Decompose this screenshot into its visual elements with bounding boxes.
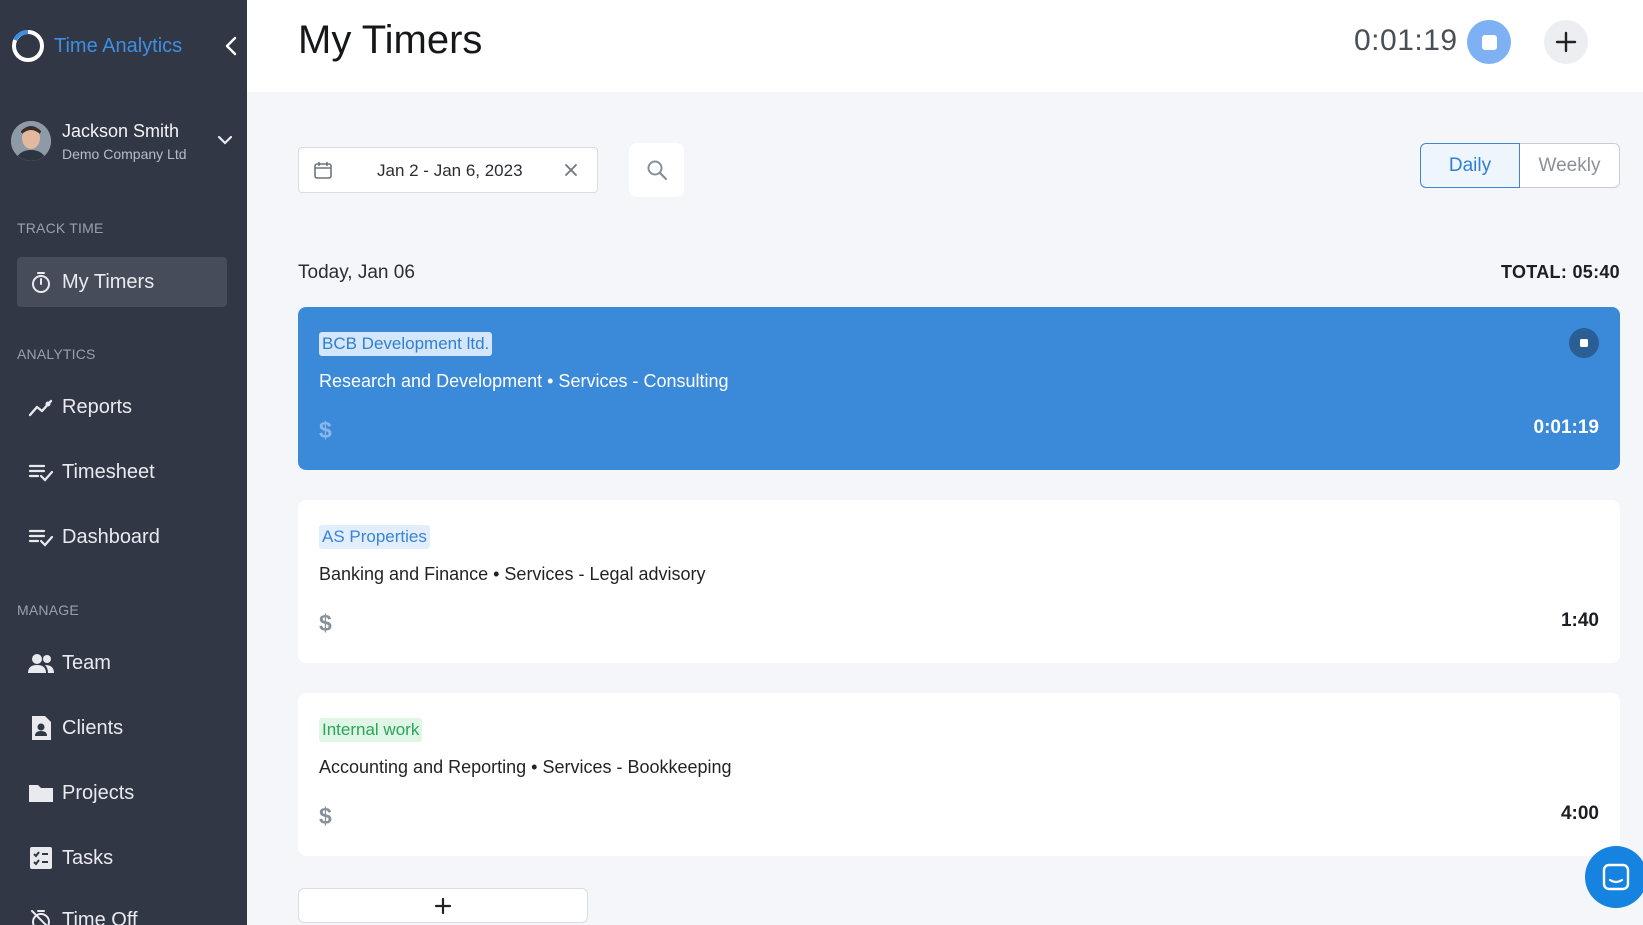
search-button[interactable] bbox=[629, 143, 684, 197]
stop-entry-button[interactable] bbox=[1569, 328, 1599, 358]
plus-icon bbox=[434, 897, 452, 914]
date-range-picker[interactable]: Jan 2 - Jan 6, 2023 bbox=[298, 147, 598, 193]
section-analytics: ANALYTICS bbox=[17, 346, 96, 362]
view-toggle: Daily Weekly bbox=[1420, 143, 1620, 188]
add-entry-button[interactable] bbox=[298, 888, 588, 923]
chevron-down-icon[interactable] bbox=[215, 130, 235, 150]
sidebar-item-label: Dashboard bbox=[62, 525, 160, 548]
user-name: Jackson Smith bbox=[62, 120, 180, 141]
sidebar-item-label: Reports bbox=[62, 395, 133, 418]
sidebar-item-projects[interactable]: Projects bbox=[17, 768, 227, 818]
sidebar-item-reports[interactable]: Reports bbox=[17, 382, 227, 432]
sidebar-item-dashboard[interactable]: Dashboard bbox=[17, 512, 227, 562]
add-timer-button[interactable] bbox=[1544, 20, 1588, 64]
stop-icon bbox=[1580, 339, 1588, 347]
search-icon bbox=[647, 160, 667, 181]
running-timer: 0:01:19 bbox=[1354, 24, 1458, 57]
top-header: My Timers 0:01:19 bbox=[247, 0, 1643, 92]
chat-support-button[interactable] bbox=[1585, 846, 1643, 908]
tab-weekly[interactable]: Weekly bbox=[1520, 143, 1620, 188]
user-company: Demo Company Ltd bbox=[62, 145, 187, 162]
sidebar-item-team[interactable]: Team bbox=[17, 638, 227, 688]
timer-entry-running[interactable]: BCB Development ltd. Research and Develo… bbox=[298, 307, 1620, 470]
sidebar-item-label: Team bbox=[62, 651, 111, 674]
entry-description: Accounting and Reporting • Services - Bo… bbox=[319, 757, 732, 777]
brand-name: Time Analytics bbox=[54, 34, 183, 57]
calendar-icon bbox=[314, 162, 332, 179]
section-manage: MANAGE bbox=[17, 602, 79, 618]
day-label: Today, Jan 06 bbox=[298, 262, 415, 283]
sidebar-item-label: Tasks bbox=[62, 846, 114, 869]
stopwatch-icon bbox=[26, 267, 56, 297]
sidebar: Time Analytics Jackson Smith Demo Compan… bbox=[0, 0, 247, 925]
tab-daily[interactable]: Daily bbox=[1420, 143, 1520, 188]
page-title: My Timers bbox=[298, 18, 483, 62]
day-total: TOTAL: 05:40 bbox=[1501, 262, 1620, 282]
timer-entry[interactable]: Internal work Accounting and Reporting •… bbox=[298, 693, 1620, 856]
timer-entry[interactable]: AS Properties Banking and Finance • Serv… bbox=[298, 500, 1620, 663]
section-track-time: TRACK TIME bbox=[17, 220, 104, 236]
client-tag[interactable]: AS Properties bbox=[319, 525, 430, 549]
task-icon bbox=[26, 843, 56, 873]
entry-description: Research and Development • Services - Co… bbox=[319, 371, 729, 391]
sidebar-item-label: Clients bbox=[62, 716, 124, 739]
close-icon[interactable] bbox=[563, 162, 579, 178]
folder-icon bbox=[26, 778, 56, 808]
list-check-icon bbox=[26, 457, 56, 487]
brand[interactable]: Time Analytics bbox=[10, 28, 182, 64]
trend-icon bbox=[26, 392, 56, 422]
sidebar-item-tasks[interactable]: Tasks bbox=[17, 833, 227, 883]
sidebar-item-label: My Timers bbox=[62, 270, 155, 293]
timer-off-icon bbox=[26, 905, 56, 925]
sidebar-item-my-timers[interactable]: My Timers bbox=[17, 257, 227, 307]
sidebar-item-label: Projects bbox=[62, 781, 135, 804]
stop-icon bbox=[1481, 34, 1497, 50]
billable-icon[interactable]: $ bbox=[319, 610, 332, 637]
plus-icon bbox=[1555, 31, 1577, 53]
entry-duration: 0:01:19 bbox=[1533, 417, 1600, 438]
client-tag[interactable]: Internal work bbox=[319, 718, 423, 742]
entry-duration: 1:40 bbox=[1560, 610, 1599, 631]
user-menu[interactable]: Jackson Smith Demo Company Ltd bbox=[11, 118, 241, 164]
logo-icon bbox=[12, 30, 44, 62]
sidebar-item-time-off[interactable]: Time Off bbox=[17, 895, 227, 925]
contact-icon bbox=[26, 713, 56, 743]
sidebar-item-label: Time Off bbox=[62, 908, 138, 925]
sidebar-item-clients[interactable]: Clients bbox=[17, 703, 227, 753]
chat-icon bbox=[1602, 863, 1630, 891]
sidebar-item-label: Timesheet bbox=[62, 460, 155, 483]
billable-icon[interactable]: $ bbox=[319, 417, 332, 444]
collapse-sidebar-icon[interactable] bbox=[222, 34, 242, 58]
entry-duration: 4:00 bbox=[1560, 803, 1599, 824]
avatar bbox=[11, 121, 51, 161]
list-check-icon bbox=[26, 522, 56, 552]
stop-timer-button[interactable] bbox=[1467, 20, 1511, 64]
date-range-value: Jan 2 - Jan 6, 2023 bbox=[377, 161, 523, 180]
billable-icon[interactable]: $ bbox=[319, 803, 332, 830]
people-icon bbox=[26, 648, 56, 678]
entry-description: Banking and Finance • Services - Legal a… bbox=[319, 564, 706, 584]
client-tag[interactable]: BCB Development ltd. bbox=[319, 332, 493, 356]
sidebar-item-timesheet[interactable]: Timesheet bbox=[17, 447, 227, 497]
